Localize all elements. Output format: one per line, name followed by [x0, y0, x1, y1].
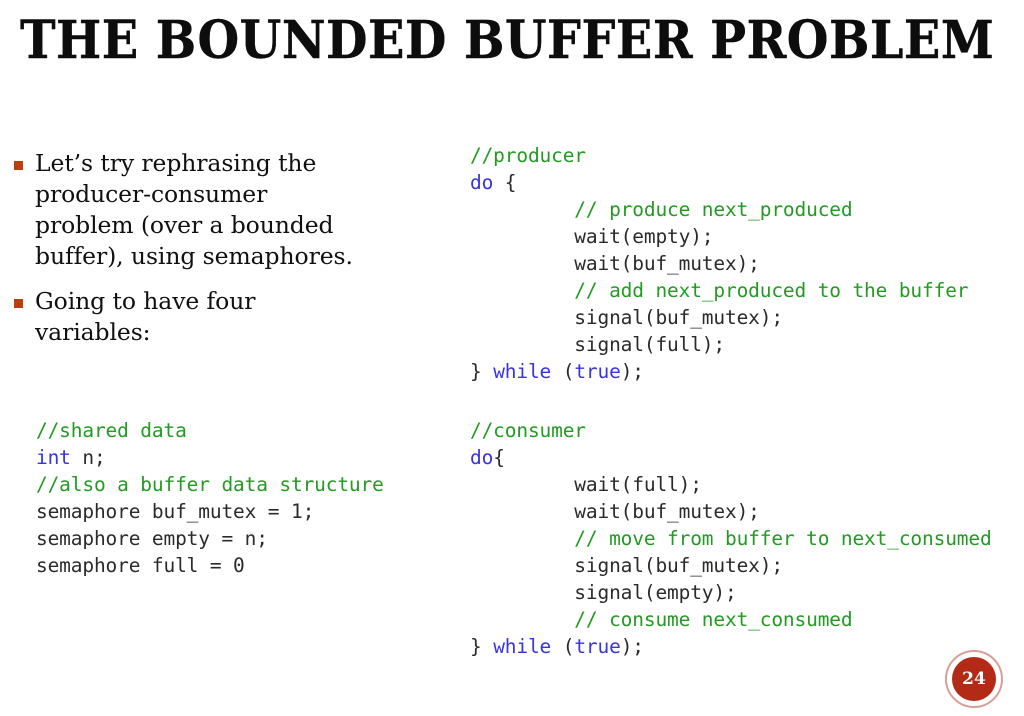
code-text: (: [551, 635, 575, 658]
code-line: signal(buf_mutex);: [470, 304, 968, 331]
code-text: n;: [70, 446, 106, 469]
code-line: wait(buf_mutex);: [470, 498, 992, 525]
code-line: wait(full);: [470, 471, 992, 498]
code-line: // consume next_consumed: [470, 606, 992, 633]
code-block-producer: //producer do { // produce next_produced …: [470, 142, 969, 385]
code-keyword: while: [493, 360, 552, 383]
page-title: The Bounded Buffer Problem: [20, 10, 995, 71]
code-text: wait(buf_mutex);: [470, 252, 760, 275]
code-text: wait(buf_mutex);: [470, 500, 760, 523]
list-item: Let’s try rephrasing the producer-consum…: [14, 148, 414, 272]
page-number-badge-fill: 24: [952, 657, 996, 701]
code-line: // move from buffer to next_consumed: [470, 525, 992, 552]
code-text: semaphore buf_mutex = 1;: [36, 500, 315, 523]
code-keyword: while: [493, 635, 552, 658]
code-line: } while (true);: [470, 358, 968, 385]
code-line: } while (true);: [470, 633, 992, 660]
bullet-text: Going to have four variables:: [35, 287, 256, 346]
code-text: wait(empty);: [470, 225, 714, 248]
code-line: semaphore empty = n;: [36, 525, 384, 552]
list-item: Going to have four variables:: [14, 286, 414, 348]
code-text: signal(full);: [470, 333, 725, 356]
code-line: wait(empty);: [470, 223, 968, 250]
code-keyword: true: [574, 360, 621, 383]
code-line: // produce next_produced: [470, 196, 968, 223]
code-text: signal(buf_mutex);: [470, 554, 783, 577]
slide-canvas: The Bounded Buffer Problem Let’s try rep…: [0, 0, 1024, 716]
code-comment: // consume next_consumed: [470, 608, 853, 631]
code-line: //shared data: [36, 417, 384, 444]
page-number-badge: 24: [945, 650, 1003, 708]
code-line: wait(buf_mutex);: [470, 250, 968, 277]
code-comment: // move from buffer to next_consumed: [470, 527, 992, 550]
code-text: }: [470, 360, 494, 383]
bullet-list: Let’s try rephrasing the producer-consum…: [14, 148, 414, 362]
code-comment: // produce next_produced: [470, 198, 853, 221]
code-keyword: true: [574, 635, 621, 658]
code-keyword: int: [36, 446, 71, 469]
code-text: signal(buf_mutex);: [470, 306, 783, 329]
code-text: semaphore full = 0: [36, 554, 245, 577]
code-text: );: [620, 635, 644, 658]
code-text: wait(full);: [470, 473, 702, 496]
code-keyword: do: [470, 171, 494, 194]
code-line: //producer: [470, 142, 968, 169]
code-comment: //producer: [470, 144, 586, 167]
code-line: signal(full);: [470, 331, 968, 358]
page-number: 24: [962, 668, 986, 689]
code-text: {: [493, 446, 505, 469]
code-text: (: [551, 360, 575, 383]
code-line: // add next_produced to the buffer: [470, 277, 968, 304]
code-text: }: [470, 635, 494, 658]
bullet-square-icon: [14, 299, 23, 308]
code-line: //also a buffer data structure: [36, 471, 384, 498]
code-line: //consumer: [470, 417, 992, 444]
bullet-text: Let’s try rephrasing the producer-consum…: [35, 149, 353, 270]
code-comment: // add next_produced to the buffer: [470, 279, 969, 302]
code-comment: //also a buffer data structure: [36, 473, 384, 496]
bullet-square-icon: [14, 161, 23, 170]
code-block-shared-data: //shared data int n;//also a buffer data …: [36, 417, 384, 579]
code-text: {: [493, 171, 517, 194]
code-line: do {: [470, 169, 968, 196]
code-line: signal(buf_mutex);: [470, 552, 992, 579]
code-line: semaphore buf_mutex = 1;: [36, 498, 384, 525]
code-text: semaphore empty = n;: [36, 527, 268, 550]
code-keyword: do: [470, 446, 494, 469]
code-text: );: [620, 360, 644, 383]
code-comment: //shared data: [36, 419, 187, 442]
code-block-consumer: //consumer do{ wait(full); wait(buf_mutex…: [470, 417, 992, 660]
code-line: int n;: [36, 444, 384, 471]
code-line: signal(empty);: [470, 579, 992, 606]
code-text: signal(empty);: [470, 581, 737, 604]
code-line: semaphore full = 0: [36, 552, 384, 579]
code-comment: //consumer: [470, 419, 586, 442]
code-line: do{: [470, 444, 992, 471]
